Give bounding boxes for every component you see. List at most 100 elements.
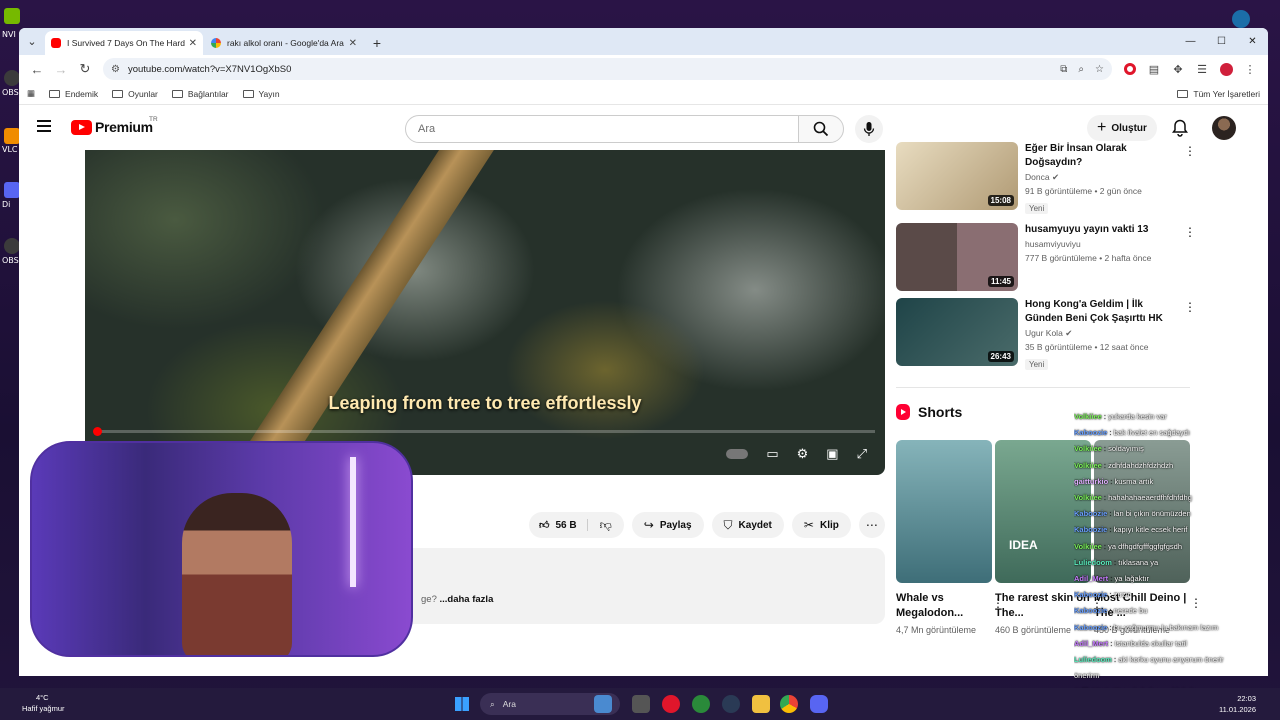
search-input[interactable]: Ara [405, 115, 799, 143]
short-item[interactable]: Whale vs Megalodon... 4,7 Mn görüntüleme… [896, 440, 1004, 638]
chat-username[interactable]: Adil_Mert [1074, 639, 1108, 648]
install-app-icon[interactable]: ⧉ [1060, 64, 1067, 75]
bookmark-endemik[interactable]: Endemik [49, 89, 98, 99]
chat-username[interactable]: Volkiiee [1074, 542, 1102, 551]
back-button[interactable]: ← [25, 57, 49, 81]
recommended-video[interactable]: 15:08 Eğer Bir İnsan Olarak Doğsaydın? D… [896, 142, 1196, 214]
chat-username[interactable]: gaitturkio [1074, 477, 1108, 486]
folder-icon[interactable] [752, 695, 770, 713]
more-options-icon[interactable]: ⋮ [1184, 300, 1196, 314]
notes-extension-icon[interactable]: ▤ [1142, 57, 1166, 81]
progress-scrubber[interactable] [93, 427, 102, 436]
video-player[interactable]: Leaping from tree to tree effortlessly ▭… [85, 150, 885, 475]
short-title[interactable]: Whale vs Megalodon... [896, 591, 992, 621]
chat-username[interactable]: Kaboozie [1074, 606, 1107, 615]
all-bookmarks[interactable]: Tüm Yer İşaretleri [1177, 89, 1260, 99]
weather-widget[interactable]: 4°C Hafif yağmur [22, 692, 65, 714]
chat-username[interactable]: Luliedoom [1074, 655, 1112, 664]
clip-button[interactable]: ✂ Klip [791, 512, 851, 538]
recommended-video[interactable]: 26:43 Hong Kong'a Geldim | İlk Günden Be… [896, 298, 1196, 370]
reload-button[interactable]: ↻ [73, 57, 97, 81]
reading-list-icon[interactable]: ☰ [1190, 57, 1214, 81]
browser-menu-icon[interactable]: ⋮ [1238, 57, 1262, 81]
subtitles-icon[interactable]: ▭ [766, 446, 778, 462]
chat-username[interactable]: Volkiiee [1074, 493, 1102, 502]
chat-username[interactable]: Adil_Mert [1074, 574, 1108, 583]
new-tab-button[interactable]: + [365, 31, 389, 55]
clock[interactable]: 22:03 11.01.2026 [1219, 693, 1256, 715]
youtube-logo[interactable]: Premium TR [71, 116, 158, 135]
bookmark-oyunlar[interactable]: Oyunlar [112, 89, 158, 99]
notifications-button[interactable] [1172, 119, 1188, 142]
chrome-icon[interactable] [780, 695, 798, 713]
discord-icon[interactable] [810, 695, 828, 713]
bookmark-baglantilar[interactable]: Bağlantılar [171, 89, 229, 99]
tab-youtube[interactable]: I Survived 7 Days On The Harde ✕ [45, 31, 203, 55]
video-title[interactable]: Hong Kong'a Geldim | İlk Günden Beni Çok… [1025, 298, 1175, 326]
channel-name[interactable]: husamviyuviyu [1025, 237, 1175, 251]
maximize-icon[interactable]: ☐ [1206, 28, 1237, 55]
channel-name[interactable]: Ugur Kola [1025, 328, 1063, 338]
dislike-button[interactable]: 👎︎ [588, 518, 624, 533]
chat-username[interactable]: Kaboozie [1074, 590, 1107, 599]
progress-bar[interactable] [95, 430, 875, 433]
chat-username[interactable]: Luliedoom [1074, 558, 1112, 567]
extensions-icon[interactable]: ✥ [1166, 57, 1190, 81]
video-thumbnail[interactable]: 11:45 [896, 223, 1018, 291]
close-window-icon[interactable]: ✕ [1237, 28, 1268, 55]
forward-button[interactable]: → [49, 57, 73, 81]
chat-username[interactable]: Volkiiee [1074, 461, 1102, 470]
steam-icon[interactable] [722, 695, 740, 713]
minimize-icon[interactable]: — [1175, 28, 1206, 55]
video-title[interactable]: Eğer Bir İnsan Olarak Doğsaydın? [1025, 142, 1175, 170]
like-button[interactable]: 👍︎ 56 B [529, 519, 588, 531]
video-thumbnail[interactable]: 15:08 [896, 142, 1018, 210]
bookmark-yayin[interactable]: Yayın [242, 89, 280, 99]
zoom-icon[interactable]: ⌕ [1078, 64, 1084, 75]
obs-icon[interactable] [4, 238, 20, 254]
file-explorer-icon[interactable] [632, 695, 650, 713]
search-button[interactable] [798, 115, 844, 143]
start-icon[interactable] [455, 697, 469, 711]
chat-username[interactable]: Kaboozie [1074, 525, 1107, 534]
recommended-video[interactable]: 11:45 husamyuyu yayın vakti 13 husamviyu… [896, 223, 1196, 293]
xbox-icon[interactable] [692, 695, 710, 713]
opera-extension-icon[interactable] [1118, 57, 1142, 81]
bookmark-star-icon[interactable]: ☆ [1095, 64, 1104, 75]
chat-username[interactable]: Volkiiee [1074, 412, 1102, 421]
tab-google[interactable]: rakı alkol oranı - Google'da Ara ✕ [205, 31, 363, 55]
site-info-icon[interactable]: ⚙ [111, 64, 120, 75]
chat-username[interactable]: Kaboozie [1074, 509, 1107, 518]
close-tab-icon[interactable]: ✕ [189, 38, 197, 49]
apps-grid-icon[interactable]: ▦ [27, 88, 35, 99]
create-button[interactable]: + Oluştur [1087, 115, 1157, 141]
video-thumbnail[interactable]: 26:43 [896, 298, 1018, 366]
save-button[interactable]: ⛉ Kaydet [711, 512, 784, 538]
theater-mode-icon[interactable]: ▣ [826, 446, 838, 462]
account-avatar[interactable] [1212, 116, 1236, 140]
more-options-icon[interactable]: ⋮ [1184, 144, 1196, 158]
opera-icon[interactable] [662, 695, 680, 713]
tab-search-icon[interactable]: ⌄ [19, 28, 45, 55]
show-more-link[interactable]: ...daha fazla [440, 594, 494, 605]
address-bar[interactable]: ⚙ youtube.com/watch?v=X7NV1OgXbS0 ⧉ ⌕ ☆ [103, 58, 1112, 80]
steam-icon[interactable] [1232, 10, 1250, 28]
close-tab-icon[interactable]: ✕ [349, 38, 357, 49]
vlc-icon[interactable] [4, 128, 20, 144]
chat-username[interactable]: Kaboozie [1074, 623, 1107, 632]
settings-gear-icon[interactable]: ⚙ [797, 446, 809, 462]
more-actions-button[interactable]: ⋯ [858, 512, 885, 538]
discord-icon[interactable] [4, 182, 20, 198]
fullscreen-icon[interactable]: ⤢ [857, 446, 867, 462]
obs-icon[interactable] [4, 70, 20, 86]
chat-username[interactable]: Volkiiee [1074, 444, 1102, 453]
short-thumbnail[interactable] [896, 440, 992, 583]
menu-icon[interactable] [37, 120, 51, 132]
voice-search-button[interactable] [855, 115, 883, 143]
video-title[interactable]: husamyuyu yayın vakti 13 [1025, 223, 1175, 237]
nvidia-icon[interactable] [4, 8, 20, 24]
widgets-icon[interactable] [594, 695, 612, 713]
profile-icon[interactable] [1214, 57, 1238, 81]
autoplay-toggle-icon[interactable] [726, 449, 749, 459]
more-options-icon[interactable]: ⋮ [1184, 225, 1196, 239]
